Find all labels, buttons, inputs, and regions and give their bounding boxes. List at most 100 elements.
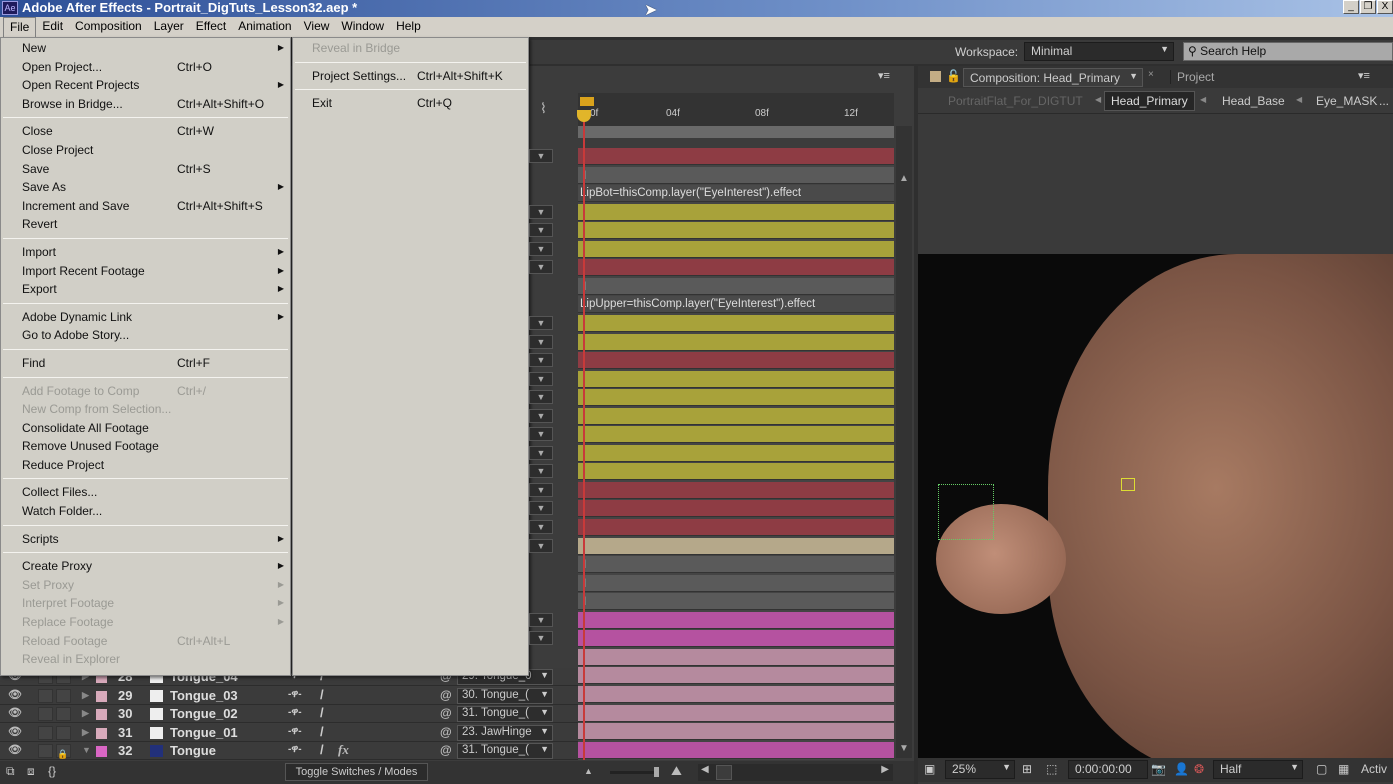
parent-dropdown[interactable]: ▼ bbox=[529, 390, 553, 405]
layer-name[interactable]: Tongue_03 bbox=[170, 688, 238, 703]
label-color-swatch[interactable] bbox=[96, 727, 107, 739]
layer-name[interactable]: Tongue bbox=[170, 743, 216, 758]
track-bar-mauve[interactable] bbox=[578, 723, 894, 741]
parent-dropdown[interactable]: ▼ bbox=[529, 538, 553, 553]
shy-switch-icon[interactable]: -ዋ- bbox=[288, 689, 302, 700]
track-bar-red[interactable] bbox=[578, 352, 894, 370]
search-help-input[interactable]: ⚲ Search Help bbox=[1183, 42, 1393, 61]
pick-whip-icon[interactable]: @ bbox=[440, 743, 452, 757]
parent-dropdown[interactable]: ▼ bbox=[529, 631, 553, 646]
breadcrumb-item-active[interactable]: Head_Primary bbox=[1104, 91, 1195, 111]
parent-dropdown[interactable]: ▼ bbox=[529, 427, 553, 442]
active-camera-select[interactable]: Activ bbox=[1361, 762, 1387, 776]
track-bar-pink[interactable] bbox=[578, 630, 894, 648]
panel-menu-icon[interactable]: ▾≡ bbox=[878, 69, 890, 82]
parent-dropdown[interactable]: ▼ bbox=[529, 464, 553, 479]
parent-dropdown[interactable]: ▼ bbox=[529, 204, 553, 219]
menu-file[interactable]: File bbox=[3, 17, 37, 37]
track-bar-yellow[interactable] bbox=[578, 444, 894, 462]
menu-item-export[interactable]: Export ▶ bbox=[1, 280, 290, 299]
track-bar-red[interactable] bbox=[578, 259, 894, 277]
track-bar-yellow[interactable] bbox=[578, 333, 894, 351]
track-bar-yellow[interactable] bbox=[578, 314, 894, 332]
quality-switch-icon[interactable]: / bbox=[320, 705, 324, 720]
menu-view[interactable]: View bbox=[298, 17, 336, 37]
eye-icon[interactable]: 👁 bbox=[8, 743, 22, 756]
breadcrumb-more[interactable]: ... bbox=[1379, 94, 1389, 108]
menu-item-collect-files[interactable]: Collect Files... bbox=[1, 483, 290, 502]
timeline-scrollbar[interactable]: ▲ ▼ bbox=[896, 126, 912, 758]
time-ruler[interactable]: 0f 04f 08f 12f bbox=[578, 93, 894, 138]
parent-dropdown[interactable]: 23. JawHinge ▼ bbox=[457, 724, 553, 741]
pick-whip-icon[interactable]: @ bbox=[440, 688, 452, 702]
menu-item-remove-unused-footage[interactable]: Remove Unused Footage bbox=[1, 437, 290, 456]
layer-row[interactable]: 👁 🔒 ▼ 32 Tongue -ዋ- / fx @ 31. Tongue_(▼ bbox=[0, 742, 578, 761]
layer-row[interactable]: 👁 ▶ 31 Tongue_01 -ዋ- / @ 23. JawHinge ▼ bbox=[0, 723, 578, 742]
parent-dropdown[interactable]: ▼ bbox=[529, 482, 553, 497]
magnification-select[interactable]: 25% ▼ bbox=[945, 760, 1015, 779]
expression-text[interactable]: LipUpper=thisComp.layer("EyeInterest").e… bbox=[580, 298, 815, 310]
menu-item-project-settings[interactable]: Project Settings... Ctrl+Alt+Shift+K bbox=[293, 67, 528, 86]
parent-dropdown[interactable]: ▼ bbox=[529, 612, 553, 627]
track-bar-red[interactable] bbox=[578, 519, 894, 536]
menu-item-find[interactable]: Find Ctrl+F bbox=[1, 354, 290, 373]
show-snapshot-icon[interactable]: 👤 bbox=[1174, 762, 1189, 776]
restore-button[interactable]: ❐ bbox=[1360, 0, 1376, 14]
channel-icon[interactable]: ❂ bbox=[1194, 762, 1204, 776]
track-bar-yellow[interactable] bbox=[578, 203, 894, 221]
transparency-grid-icon[interactable]: ▦ bbox=[1338, 762, 1349, 776]
zoom-slider[interactable] bbox=[610, 767, 659, 777]
menu-item-scripts[interactable]: Scripts ▶ bbox=[1, 530, 290, 549]
menu-item-revert[interactable]: Revert bbox=[1, 215, 290, 234]
mask-visibility-icon[interactable]: ⬚ bbox=[1046, 762, 1057, 776]
comp-flowchart-icon[interactable]: ⧉ bbox=[6, 764, 15, 779]
quality-switch-icon[interactable]: / bbox=[320, 724, 324, 739]
horizontal-scrollbar[interactable]: ◀ ▶ bbox=[698, 764, 893, 781]
parent-dropdown[interactable]: ▼ bbox=[529, 223, 553, 238]
menu-item-exit[interactable]: Exit Ctrl+Q bbox=[293, 94, 528, 113]
lock-toggle[interactable] bbox=[56, 688, 71, 703]
parent-dropdown[interactable]: ▼ bbox=[529, 315, 553, 330]
always-preview-icon[interactable]: ▣ bbox=[924, 762, 935, 776]
close-button[interactable]: X bbox=[1377, 0, 1393, 14]
menu-item-adobe-dynamic-link[interactable]: Adobe Dynamic Link ▶ bbox=[1, 308, 290, 327]
track-bar-mauve[interactable] bbox=[578, 667, 894, 685]
layer-anchor-box[interactable] bbox=[1121, 478, 1135, 491]
track-bar-expr[interactable]: LipBot=thisComp.layer("EyeInterest").eff… bbox=[578, 185, 894, 203]
menu-item-go-to-adobe-story[interactable]: Go to Adobe Story... bbox=[1, 326, 290, 345]
track-bar-gray[interactable]: I bbox=[578, 593, 894, 611]
expand-right-icon[interactable]: ▶ bbox=[82, 708, 89, 719]
comp-canvas[interactable] bbox=[918, 254, 1393, 758]
track-bar-gray[interactable]: I bbox=[578, 277, 894, 295]
resolution-select[interactable]: Half ▼ bbox=[1213, 760, 1303, 779]
tab-project[interactable]: Project bbox=[1170, 70, 1214, 84]
menu-item-create-proxy[interactable]: Create Proxy ▶ bbox=[1, 557, 290, 576]
breadcrumb-item[interactable]: PortraitFlat_For_DIGTUT bbox=[948, 94, 1083, 108]
workspace-select[interactable]: Minimal ▼ bbox=[1024, 42, 1174, 61]
expand-right-icon[interactable]: ▶ bbox=[82, 727, 89, 738]
parent-dropdown[interactable]: ▼ bbox=[529, 520, 553, 534]
region-of-interest-icon[interactable]: ▢ bbox=[1316, 762, 1327, 776]
lock-toggle[interactable] bbox=[56, 707, 71, 722]
parent-dropdown[interactable]: 31. Tongue_(▼ bbox=[457, 743, 553, 760]
track-bar-gray[interactable]: I bbox=[578, 166, 894, 184]
solo-toggle[interactable] bbox=[38, 725, 53, 740]
menu-edit[interactable]: Edit bbox=[36, 17, 69, 37]
solo-toggle[interactable] bbox=[38, 707, 53, 722]
braces-icon[interactable]: {} bbox=[48, 764, 56, 778]
solo-toggle[interactable] bbox=[38, 744, 53, 759]
parent-dropdown[interactable]: ▼ bbox=[529, 353, 553, 368]
parent-dropdown[interactable]: ▼ bbox=[529, 260, 553, 275]
breadcrumb-item[interactable]: Head_Base bbox=[1222, 94, 1285, 108]
expression-text[interactable]: LipBot=thisComp.layer("EyeInterest").eff… bbox=[580, 187, 801, 199]
track-bar-red[interactable] bbox=[578, 148, 894, 165]
pick-whip-icon[interactable]: @ bbox=[440, 706, 452, 720]
expand-right-icon[interactable]: ▶ bbox=[82, 690, 89, 701]
lock-icon[interactable]: 🔓 bbox=[946, 69, 961, 83]
zoom-in-icon[interactable]: ⛰ bbox=[671, 763, 682, 779]
lock-toggle[interactable] bbox=[56, 725, 71, 740]
menu-item-open-recent-projects[interactable]: Open Recent Projects ▶ bbox=[1, 76, 290, 95]
track-bar-yellow[interactable] bbox=[578, 240, 894, 258]
layer-name[interactable]: Tongue_02 bbox=[170, 706, 238, 721]
menu-item-import-recent-footage[interactable]: Import Recent Footage ▶ bbox=[1, 262, 290, 281]
